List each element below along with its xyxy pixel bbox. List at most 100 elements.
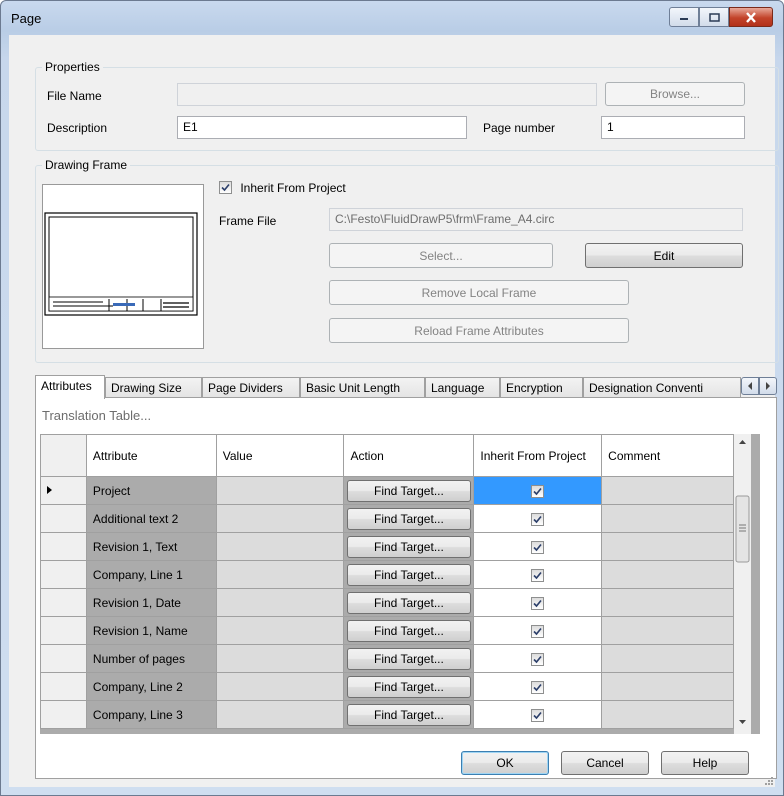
inherit-row-checkbox[interactable] [531, 484, 545, 498]
close-button[interactable] [729, 7, 773, 27]
find-target-button[interactable]: Find Target... [346, 703, 471, 726]
find-target-button[interactable]: Find Target... [346, 647, 471, 670]
translation-table-link[interactable]: Translation Table... [42, 408, 151, 423]
find-target-button[interactable]: Find Target... [346, 479, 471, 502]
table-row[interactable]: Company, Line 1 Find Target... [40, 560, 734, 589]
find-target-button[interactable]: Find Target... [346, 675, 471, 698]
inherit-row-checkbox[interactable] [531, 624, 545, 638]
inherit-row-checkbox[interactable] [531, 568, 545, 582]
comment-cell[interactable] [601, 588, 734, 617]
description-field[interactable]: E1 [177, 116, 467, 139]
column-header-value[interactable]: Value [215, 434, 345, 477]
inherit-row-checkbox[interactable] [531, 596, 545, 610]
tab-scroll-right-button[interactable] [759, 377, 777, 395]
tab-drawing-size[interactable]: Drawing Size [105, 377, 202, 397]
help-button[interactable]: Help [661, 751, 749, 775]
comment-cell[interactable] [601, 504, 734, 533]
value-cell[interactable] [215, 644, 345, 673]
maximize-button[interactable] [699, 7, 729, 27]
tab-encryption[interactable]: Encryption [500, 377, 583, 397]
comment-cell[interactable] [601, 560, 734, 589]
value-cell[interactable] [215, 532, 345, 561]
inherit-row-checkbox[interactable] [531, 680, 545, 694]
row-header-cell[interactable] [40, 476, 87, 505]
tab-basic-unit-length[interactable]: Basic Unit Length [300, 377, 425, 397]
row-header-cell[interactable] [40, 644, 87, 673]
table-row[interactable]: Company, Line 2 Find Target... [40, 672, 734, 701]
inherit-cell[interactable] [473, 476, 603, 505]
reload-frame-attributes-button[interactable]: Reload Frame Attributes [329, 318, 629, 343]
value-cell[interactable] [215, 700, 345, 729]
find-target-button[interactable]: Find Target... [346, 591, 471, 614]
table-row[interactable]: Revision 1, Name Find Target... [40, 616, 734, 645]
row-header-cell[interactable] [40, 504, 87, 533]
ok-button[interactable]: OK [461, 751, 549, 775]
inherit-row-checkbox[interactable] [531, 540, 545, 554]
table-row[interactable]: Additional text 2 Find Target... [40, 504, 734, 533]
browse-button[interactable]: Browse... [605, 82, 745, 106]
column-header-action[interactable]: Action [343, 434, 475, 477]
table-row[interactable]: Company, Line 3 Find Target... [40, 700, 734, 729]
attribute-cell[interactable]: Company, Line 2 [85, 672, 217, 701]
value-cell[interactable] [215, 672, 345, 701]
comment-cell[interactable] [601, 616, 734, 645]
title-bar[interactable]: Page [1, 1, 783, 35]
tab-page-dividers[interactable]: Page Dividers [202, 377, 300, 397]
row-header-cell[interactable] [40, 532, 87, 561]
frame-file-field[interactable]: C:\Festo\FluidDrawP5\frm\Frame_A4.circ [329, 208, 743, 231]
select-frame-button[interactable]: Select... [329, 243, 553, 268]
attribute-cell[interactable]: Company, Line 3 [85, 700, 217, 729]
inherit-cell[interactable] [473, 560, 603, 589]
resize-grip-icon[interactable] [763, 775, 773, 785]
table-row[interactable]: Project Find Target... [40, 476, 734, 505]
comment-cell[interactable] [601, 532, 734, 561]
find-target-button[interactable]: Find Target... [346, 507, 471, 530]
value-cell[interactable] [215, 588, 345, 617]
inherit-cell[interactable] [473, 532, 603, 561]
comment-cell[interactable] [601, 476, 734, 505]
inherit-cell[interactable] [473, 644, 603, 673]
column-header-inherit[interactable]: Inherit From Project [473, 434, 603, 477]
column-header-attribute[interactable]: Attribute [85, 434, 217, 477]
attribute-cell[interactable]: Revision 1, Name [85, 616, 217, 645]
inherit-cell[interactable] [473, 700, 603, 729]
value-cell[interactable] [215, 504, 345, 533]
page-number-field[interactable]: 1 [601, 116, 745, 139]
tab-attributes[interactable]: Attributes [35, 375, 105, 399]
column-header-comment[interactable]: Comment [601, 434, 734, 477]
inherit-row-checkbox[interactable] [531, 652, 545, 666]
attribute-cell[interactable]: Company, Line 1 [85, 560, 217, 589]
find-target-button[interactable]: Find Target... [346, 535, 471, 558]
inherit-row-checkbox[interactable] [531, 512, 545, 526]
inherit-cell[interactable] [473, 588, 603, 617]
comment-cell[interactable] [601, 644, 734, 673]
row-header-cell[interactable] [40, 700, 87, 729]
inherit-cell[interactable] [473, 504, 603, 533]
value-cell[interactable] [215, 616, 345, 645]
value-cell[interactable] [215, 560, 345, 589]
row-header-cell[interactable] [40, 560, 87, 589]
row-header-cell[interactable] [40, 616, 87, 645]
table-row[interactable]: Revision 1, Text Find Target... [40, 532, 734, 561]
attribute-cell[interactable]: Project [85, 476, 217, 505]
edit-frame-button[interactable]: Edit [585, 243, 743, 268]
tab-language[interactable]: Language [425, 377, 500, 397]
tab-designation-conventions[interactable]: Designation Conventi [583, 377, 741, 397]
inherit-row-checkbox[interactable] [531, 708, 545, 722]
cancel-button[interactable]: Cancel [561, 751, 649, 775]
inherit-cell[interactable] [473, 616, 603, 645]
grid-vertical-scrollbar[interactable] [734, 434, 751, 734]
comment-cell[interactable] [601, 672, 734, 701]
attribute-cell[interactable]: Number of pages [85, 644, 217, 673]
row-header-cell[interactable] [40, 672, 87, 701]
attribute-cell[interactable]: Additional text 2 [85, 504, 217, 533]
tab-scroll-left-button[interactable] [741, 377, 759, 395]
find-target-button[interactable]: Find Target... [346, 619, 471, 642]
inherit-cell[interactable] [473, 672, 603, 701]
find-target-button[interactable]: Find Target... [346, 563, 471, 586]
minimize-button[interactable] [669, 7, 699, 27]
row-header-cell[interactable] [40, 588, 87, 617]
table-row[interactable]: Number of pages Find Target... [40, 644, 734, 673]
table-row[interactable]: Revision 1, Date Find Target... [40, 588, 734, 617]
attribute-cell[interactable]: Revision 1, Text [85, 532, 217, 561]
